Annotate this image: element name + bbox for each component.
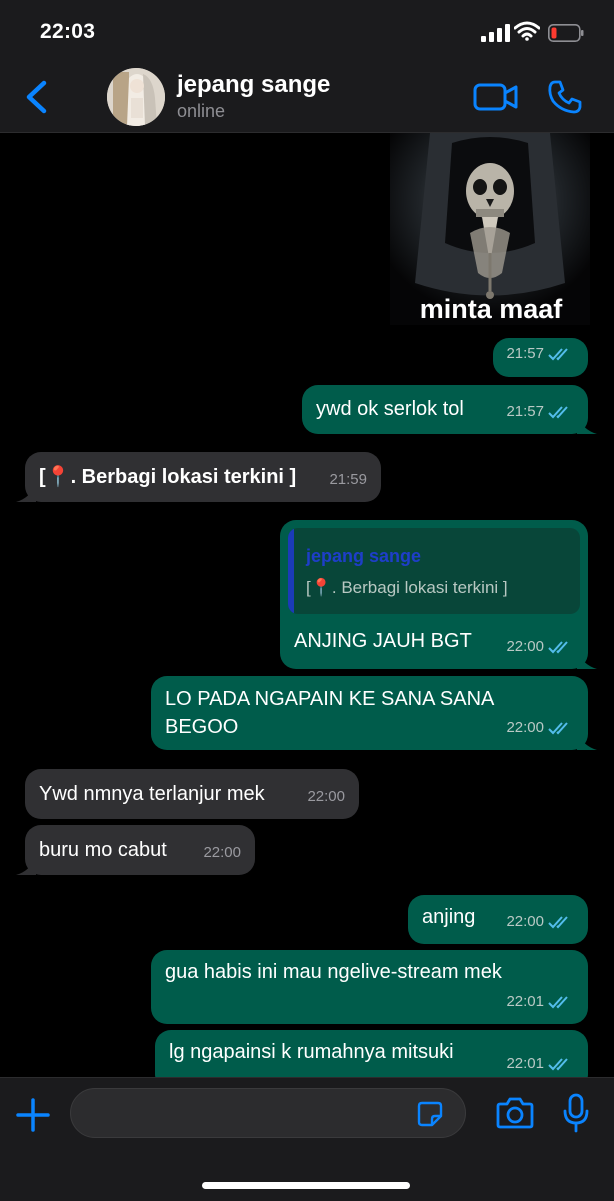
message-time: 21:59 [329,471,367,488]
contact-name[interactable]: jepang sange [177,71,330,99]
plus-icon[interactable] [16,1098,50,1132]
message-text: anjing [422,906,476,928]
microphone-icon[interactable] [562,1093,590,1133]
battery-low-icon [548,24,584,42]
message-meta: 22:00 [203,839,241,867]
message-input-container[interactable] [70,1088,466,1139]
chat-messages[interactable]: minta maaf 21:57 ywd ok serlok tol 21:57… [0,133,614,1077]
sticker-caption: minta maaf [420,294,564,324]
message-time: 22:00 [307,788,345,805]
message-text: Ywd nmnya terlanjur mek [39,783,265,805]
message-bubble-incoming[interactable]: buru mo cabut 22:00 [16,825,255,875]
grim-reaper-sticker[interactable]: minta maaf [390,133,590,325]
message-bubble-incoming[interactable]: [📍. Berbagi lokasi terkini ] 21:59 [16,452,381,502]
avatar-image [107,68,165,126]
camera-icon[interactable] [496,1096,534,1130]
message-text: buru mo cabut [39,839,167,861]
quoted-message[interactable]: jepang sange [📍. Berbagi lokasi terkini … [288,528,580,614]
message-time: 21:57 [506,403,544,420]
quote-bar [288,528,294,614]
message-meta: 22:00 [307,783,345,811]
message-text: gua habis ini mau ngelive-stream mek [165,961,502,983]
status-bar: 22:03 [0,0,614,62]
double-check-icon [548,406,568,419]
home-indicator[interactable] [202,1182,410,1189]
double-check-icon [548,996,568,1009]
quoted-sender: jepang sange [306,546,422,566]
wifi-icon [514,21,540,41]
message-bubble-outgoing[interactable]: lg ngapainsi k rumahnya mitsuki 22:01 [155,1030,588,1077]
message-text: ANJING JAUH BGT [294,630,472,652]
message-time: 22:01 [506,993,544,1010]
message-text-line-1: LO PADA NGAPAIN KE SANA SANA [165,688,495,710]
message-bubble-outgoing-reply[interactable]: jepang sange [📍. Berbagi lokasi terkini … [280,520,597,669]
message-time: 22:01 [506,1055,544,1072]
phone-icon[interactable] [547,79,583,115]
bubble-tail [16,484,36,502]
status-time: 22:03 [40,20,96,43]
message-time: 22:00 [506,719,544,736]
double-check-icon [548,916,568,929]
message-time: 22:00 [506,638,544,655]
message-bubble-outgoing[interactable]: 21:57 [493,338,588,377]
message-text: lg ngapainsi k rumahnya mitsuki [169,1041,454,1063]
message-time: 22:00 [506,913,544,930]
message-meta: 22:01 [506,988,574,1016]
double-check-icon [548,1058,568,1071]
avatar[interactable] [107,68,165,126]
cellular-signal-icon [481,24,510,42]
message-meta: 21:57 [506,340,574,368]
bubble-tail [16,857,36,875]
message-bubble-outgoing[interactable]: LO PADA NGAPAIN KE SANA SANA BEGOO 22:00 [151,676,597,750]
message-meta: 22:00 [506,908,574,936]
message-bubble-outgoing[interactable]: ywd ok serlok tol 21:57 [302,385,597,434]
quoted-text: [📍. Berbagi lokasi terkini ] [306,578,508,597]
video-camera-icon[interactable] [473,82,519,112]
bubble-tail [577,651,597,669]
chevron-left-icon[interactable] [22,80,50,114]
message-meta: 22:00 [506,714,574,742]
chat-header: jepang sange online [0,62,614,133]
double-check-icon [548,722,568,735]
message-time: 22:00 [203,844,241,861]
sticker-icon[interactable] [417,1101,443,1127]
message-time: 21:57 [506,345,544,362]
message-input[interactable] [89,1089,413,1139]
message-meta: 21:59 [329,466,367,494]
message-text: [📍. Berbagi lokasi terkini ] [39,466,297,488]
message-meta: 21:57 [506,398,574,426]
message-text-line-2: BEGOO [165,716,239,738]
bubble-tail [577,416,597,434]
sticker-image: minta maaf [390,133,590,325]
message-meta: 22:00 [506,633,574,661]
message-bubble-outgoing[interactable]: gua habis ini mau ngelive-stream mek 22:… [151,950,588,1024]
message-bubble-incoming[interactable]: Ywd nmnya terlanjur mek 22:00 [25,769,359,819]
message-text: ywd ok serlok tol [316,398,464,420]
message-composer [0,1077,614,1201]
message-bubble-outgoing[interactable]: anjing 22:00 [408,895,588,944]
message-meta: 22:01 [506,1050,574,1077]
contact-status: online [177,101,226,121]
double-check-icon [548,348,568,361]
double-check-icon [548,641,568,654]
bubble-tail [577,732,597,750]
